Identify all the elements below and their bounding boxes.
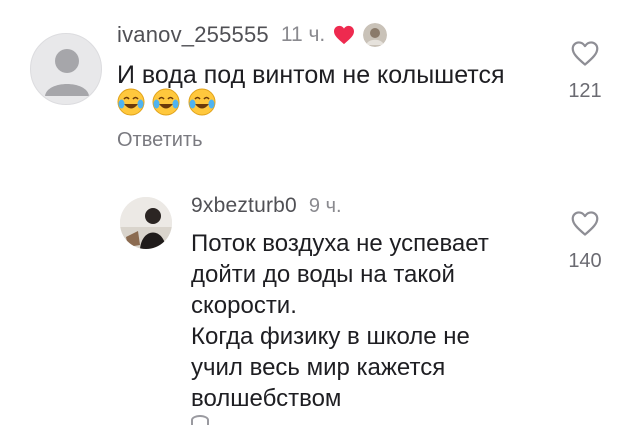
emoji-row xyxy=(117,88,219,121)
comment-meta: ivanov_255555 11 ч. xyxy=(117,22,388,48)
like-count: 121 xyxy=(568,80,602,102)
heart-outline-icon[interactable] xyxy=(570,211,600,241)
comment-time: 11 ч. xyxy=(280,23,326,46)
author-avatar xyxy=(363,23,388,47)
like-control[interactable]: 140 xyxy=(555,210,615,273)
heart-outline-icon[interactable] xyxy=(570,41,600,71)
comment-text-line: Когда физику в школе не xyxy=(191,323,470,350)
like-count: 140 xyxy=(568,250,602,272)
comment-meta: 9xbezturb0 9 ч. xyxy=(191,194,342,218)
comment-text-line: волшебством xyxy=(191,385,342,412)
username[interactable]: 9xbezturb0 xyxy=(191,194,297,218)
comment-time: 9 ч. xyxy=(308,194,342,217)
username[interactable]: ivanov_255555 xyxy=(117,22,269,48)
comment-text: И вода под винтом не колышется xyxy=(117,60,505,91)
comment-text-line: Поток воздуха не успевает xyxy=(191,230,489,257)
heart-filled-icon xyxy=(333,25,355,45)
comment-text-line: скорости. xyxy=(191,292,297,319)
avatar[interactable] xyxy=(120,197,172,249)
like-control[interactable]: 121 xyxy=(555,40,615,103)
comment-text: Поток воздуха не успевает дойти до воды … xyxy=(191,228,489,414)
comment-text-line: учил весь мир кажется xyxy=(191,354,446,381)
face-with-tears-of-joy-icon xyxy=(117,88,145,121)
default-avatar-icon xyxy=(45,49,89,96)
comment-text-line: дойти до воды на такой xyxy=(191,261,455,288)
avatar[interactable] xyxy=(30,33,102,105)
user-photo-icon xyxy=(120,197,172,249)
face-with-tears-of-joy-icon xyxy=(152,88,180,121)
reply-button[interactable]: Ответить xyxy=(117,129,203,152)
next-reply-button-clipped xyxy=(191,415,209,425)
comment-text-content: И вода под винтом не колышется xyxy=(117,61,505,89)
face-with-tears-of-joy-icon xyxy=(188,88,216,121)
